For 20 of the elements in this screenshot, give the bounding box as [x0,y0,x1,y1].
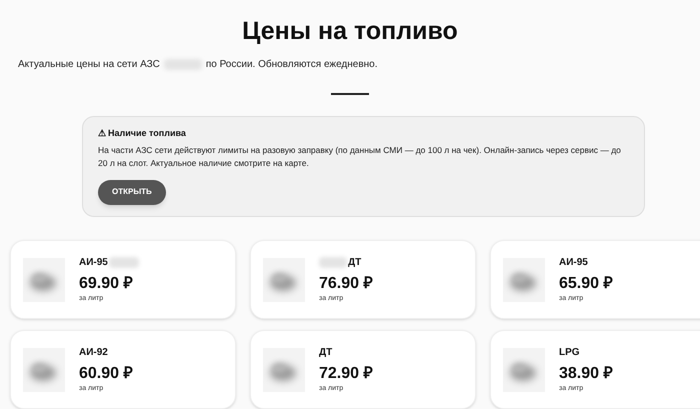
fuel-price: 69.90 ₽ [79,274,134,294]
fuel-price: 60.90 ₽ [79,364,132,384]
fuel-price: 38.90 ₽ [559,364,612,384]
fuel-price: 65.90 ₽ [559,274,612,294]
section-divider [331,93,369,95]
fuel-name: АИ-95 [79,256,108,270]
page-title: Цены на топливо [241,16,459,47]
page-subtitle: по России. Обновляются ежедневно. [206,58,378,72]
notice-title: Наличие топлива [108,127,186,140]
page-subtitle: Актуальные цены на сети АЗС [18,58,160,72]
fuel-name: АИ-92 [79,346,108,360]
fuel-price: 72.90 ₽ [319,364,372,384]
warning-icon: ⚠ [98,127,106,140]
open-button[interactable]: ОТКРЫТЬ [98,180,166,204]
fuel-name: ДТ [319,346,332,360]
fuel-name: АИ-95 [559,256,588,270]
fuel-price: 76.90 ₽ [319,274,372,294]
fuel-name: ДТ [348,256,362,270]
fuel-name: LPG [559,346,580,360]
notice-text: На части АЗС сети действуют лимиты на разовую заправку (по данным СМИ — до 100 л на чек). Онлайн-запись через сервис — до 20 л на слот. Актуальное наличие смотрите на карте. [98,144,622,170]
